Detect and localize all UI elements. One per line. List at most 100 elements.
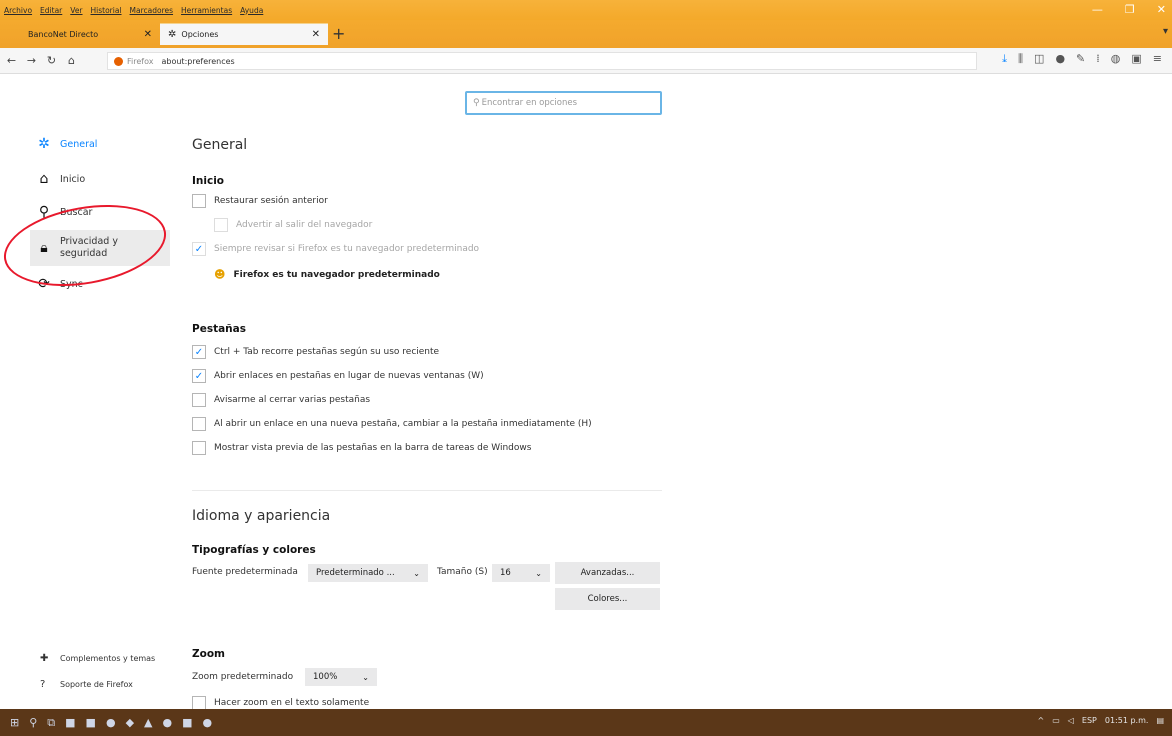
download-icon[interactable]: ⤓ — [1002, 52, 1007, 66]
warn-close-checkbox[interactable] — [192, 393, 206, 407]
language-indicator[interactable]: ESP — [1082, 716, 1097, 725]
app-icon[interactable]: ◆ — [126, 716, 134, 730]
menu-item-historial[interactable]: Historial — [91, 6, 122, 15]
tabs-heading: Pestañas — [192, 323, 246, 335]
advanced-fonts-button[interactable]: Avanzadas... — [555, 562, 660, 584]
pocket-icon[interactable]: ⁞ — [1096, 52, 1100, 66]
app-icon[interactable]: ▲ — [144, 716, 152, 730]
tab-strip: BancoNet Directo ✕ ✲ Opciones ✕ + ▾ — [0, 20, 1172, 48]
menu-item-herramientas[interactable]: Herramientas — [181, 6, 232, 15]
restore-icon[interactable]: ❐ — [1125, 3, 1135, 16]
menu: Archivo Editar Ver Historial Marcadores … — [0, 6, 263, 15]
restore-session-checkbox[interactable] — [192, 194, 206, 208]
taskview-icon[interactable]: ⧉ — [47, 716, 55, 730]
zoom-text-only-checkbox[interactable] — [192, 696, 206, 710]
ctrl-tab-checkbox[interactable]: ✓ — [192, 345, 206, 359]
chevron-down-icon: ⌄ — [362, 672, 369, 682]
url-bar[interactable]: Firefox about:preferences — [107, 52, 977, 70]
system-tray: ^ ▭ ◁ ESP 01:51 p.m. ▤ — [1037, 716, 1164, 725]
switch-tab-checkbox[interactable] — [192, 417, 206, 431]
pen-icon[interactable]: ✎ — [1076, 52, 1085, 66]
menu-item-ayuda[interactable]: Ayuda — [240, 6, 263, 15]
sidebar-item-label: Privacidad y seguridad — [60, 236, 118, 259]
app-icon[interactable]: ● — [106, 716, 116, 730]
close-window-icon[interactable]: ✕ — [1157, 3, 1166, 16]
url-text: about:preferences — [161, 56, 235, 66]
default-zoom-value: 100% — [313, 672, 338, 682]
tab-previews-option[interactable]: Mostrar vista previa de las pestañas en … — [192, 441, 531, 455]
extension2-icon[interactable]: ▣ — [1131, 52, 1141, 66]
tab-previews-checkbox[interactable] — [192, 441, 206, 455]
zoom-text-only-option[interactable]: Hacer zoom en el texto solamente — [192, 696, 369, 710]
minimize-icon[interactable]: — — [1092, 3, 1103, 16]
tab-banconet[interactable]: BancoNet Directo ✕ — [20, 23, 160, 45]
home-icon[interactable]: ⌂ — [63, 54, 80, 67]
warn-quit-option: Advertir al salir del navegador — [214, 218, 372, 232]
menu-icon[interactable]: ≡ — [1153, 52, 1162, 66]
sidebar-link-support[interactable]: ? Soporte de Firefox — [40, 679, 133, 690]
menu-item-archivo[interactable]: Archivo — [4, 6, 32, 15]
sidebar-item-privacidad[interactable]: 🔒︎ Privacidad y seguridad — [30, 230, 170, 266]
warn-close-option[interactable]: Avisarme al cerrar varias pestañas — [192, 393, 370, 407]
default-browser-label: Firefox es tu navegador predeterminado — [233, 269, 440, 280]
sidebar-link-addons[interactable]: ✚ Complementos y temas — [40, 653, 155, 664]
warn-quit-label: Advertir al salir del navegador — [236, 220, 373, 230]
zoom-heading: Zoom — [192, 648, 225, 660]
app-icon[interactable]: ■ — [65, 716, 75, 730]
chevron-down-icon: ⌄ — [413, 568, 420, 578]
open-links-checkbox[interactable]: ✓ — [192, 369, 206, 383]
size-select[interactable]: 16 ⌄ — [492, 564, 550, 582]
language-title: Idioma y apariencia — [192, 508, 331, 524]
switch-tab-option[interactable]: Al abrir un enlace en una nueva pestaña,… — [192, 417, 592, 431]
app-icon[interactable]: ■ — [86, 716, 96, 730]
library-icon[interactable]: ⫼ — [1018, 52, 1023, 66]
tab-label: BancoNet Directo — [28, 29, 99, 39]
search-input[interactable]: ⚲ Encontrar en opciones — [465, 91, 662, 115]
restore-session-label: Restaurar sesión anterior — [214, 196, 328, 206]
menu-item-editar[interactable]: Editar — [40, 6, 62, 15]
app-icon[interactable]: ■ — [182, 716, 192, 730]
clock[interactable]: 01:51 p.m. — [1105, 716, 1149, 725]
sidebar-item-buscar[interactable]: ⚲ Buscar — [36, 204, 93, 220]
back-icon[interactable]: ← — [3, 54, 20, 67]
globe-icon[interactable]: ◍ — [1111, 52, 1121, 66]
sidebar-item-label: Inicio — [60, 173, 86, 185]
ctrl-tab-option[interactable]: ✓ Ctrl + Tab recorre pestañas según su u… — [192, 345, 439, 359]
open-links-option[interactable]: ✓ Abrir enlaces en pestañas en lugar de … — [192, 369, 484, 383]
menu-item-marcadores[interactable]: Marcadores — [130, 6, 174, 15]
support-label: Soporte de Firefox — [60, 680, 133, 689]
default-font-select[interactable]: Predeterminado ... ⌄ — [308, 564, 428, 582]
tray-up-icon[interactable]: ^ — [1037, 716, 1044, 725]
app-icon[interactable]: ● — [163, 716, 173, 730]
menu-item-ver[interactable]: Ver — [70, 6, 82, 15]
close-icon[interactable]: ✕ — [312, 29, 320, 40]
start-icon[interactable]: ⊞ — [10, 716, 19, 730]
forward-icon[interactable]: → — [23, 54, 40, 67]
default-zoom-select[interactable]: 100% ⌄ — [305, 668, 377, 686]
windows-taskbar: ⊞ ⚲ ⧉ ■ ■ ● ◆ ▲ ● ■ ● ^ ▭ ◁ ESP 01:51 p.… — [0, 709, 1172, 736]
sidebar-item-sync[interactable]: ⟳ Sync — [36, 276, 83, 292]
open-links-label: Abrir enlaces en pestañas en lugar de nu… — [214, 371, 484, 381]
tab-opciones[interactable]: ✲ Opciones ✕ — [160, 23, 328, 45]
restore-session-option[interactable]: Restaurar sesión anterior — [192, 194, 328, 208]
new-tab-icon[interactable]: + — [332, 24, 345, 43]
app-icon[interactable]: ● — [203, 716, 213, 730]
extension-icon[interactable]: ● — [1055, 52, 1065, 66]
sidebar-item-general[interactable]: ✲ General — [36, 136, 97, 152]
sidebar-item-inicio[interactable]: ⌂ Inicio — [36, 171, 86, 187]
reload-icon[interactable]: ↻ — [43, 54, 60, 67]
default-browser-status: ☻ Firefox es tu navegador predeterminado — [214, 268, 440, 281]
close-icon[interactable]: ✕ — [144, 29, 152, 40]
warn-close-label: Avisarme al cerrar varias pestañas — [214, 395, 371, 405]
search-icon[interactable]: ⚲ — [29, 716, 37, 730]
colors-button[interactable]: Colores... — [555, 588, 660, 610]
chevron-down-icon: ⌄ — [535, 568, 542, 578]
notification-icon[interactable]: ▤ — [1156, 716, 1164, 725]
search-placeholder: Encontrar en opciones — [481, 98, 578, 108]
network-icon[interactable]: ▭ — [1052, 716, 1060, 725]
volume-icon[interactable]: ◁ — [1068, 716, 1074, 725]
chevron-down-icon[interactable]: ▾ — [1163, 26, 1168, 37]
sidebar-icon[interactable]: ◫ — [1034, 52, 1044, 66]
smiley-icon: ☻ — [214, 268, 226, 281]
sidebar-item-label: General — [60, 138, 98, 150]
